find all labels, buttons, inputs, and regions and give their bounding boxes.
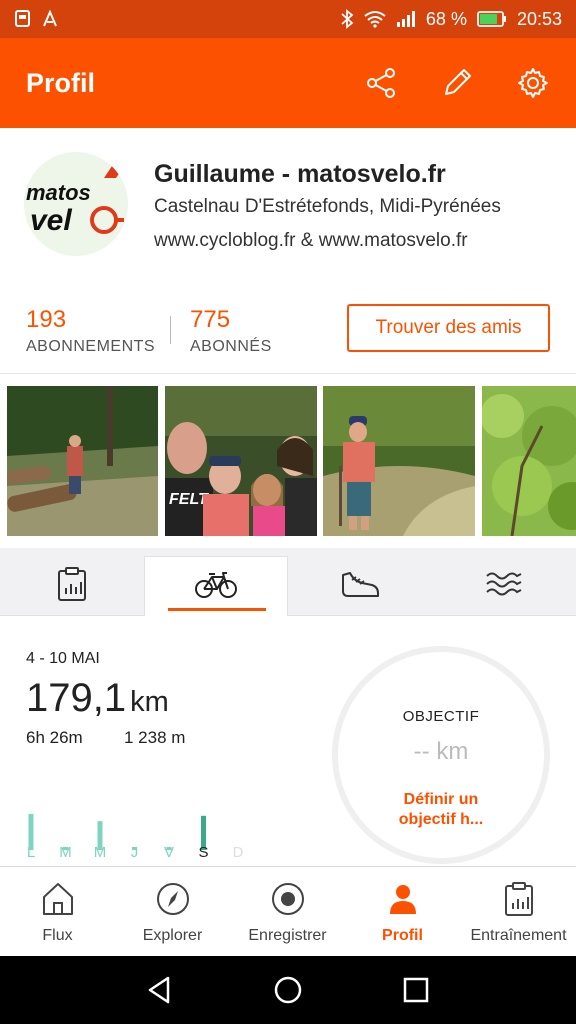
shoe-icon xyxy=(340,569,380,604)
day-label: J xyxy=(130,844,139,861)
clipboard-chart-icon xyxy=(501,881,537,917)
tab-ride[interactable] xyxy=(144,556,288,617)
battery-icon xyxy=(477,10,507,28)
following-label: ABONNEMENTS xyxy=(26,338,156,355)
athlete-website[interactable]: www.cycloblog.fr & www.matosvelo.fr xyxy=(154,230,468,252)
svg-text:vel: vel xyxy=(30,204,72,237)
nav-profile[interactable]: Profil xyxy=(345,867,460,957)
athlete-location: Castelnau D'Estrétefonds, Midi-Pyrénées xyxy=(154,196,501,217)
nav-feed[interactable]: Flux xyxy=(0,867,115,957)
distance-unit: km xyxy=(130,686,169,718)
battery-percent: 68 % xyxy=(425,8,467,29)
day-label: L xyxy=(26,844,36,861)
followers-label: ABONNÉS xyxy=(190,338,272,355)
nav-label: Entraînement xyxy=(470,927,567,944)
day-label: D xyxy=(232,844,244,861)
day-label: M xyxy=(93,844,107,861)
photo-strip: FELT xyxy=(0,374,576,548)
photo-thumbnail[interactable] xyxy=(482,386,576,536)
nav-training[interactable]: Entraînement xyxy=(461,867,576,957)
wifi-icon xyxy=(364,10,386,28)
bike-icon xyxy=(195,571,237,604)
profile-header: matos vel Guillaume - matosvelo.fr Caste… xyxy=(0,128,576,288)
athlete-name: Guillaume - matosvelo.fr xyxy=(154,160,446,188)
nav-record[interactable]: Enregistrer xyxy=(230,867,345,957)
day-label: V xyxy=(163,844,174,861)
compass-icon xyxy=(155,881,191,917)
weekly-time: 6h 26m xyxy=(26,728,83,747)
tab-all-activities[interactable] xyxy=(0,556,144,616)
weekly-stats: 4 - 10 MAI 179,1 km 6h 26m 1 238 m L M M J V S… xyxy=(0,616,576,866)
person-icon xyxy=(385,881,421,917)
following-count[interactable]: 193 ABONNEMENTS xyxy=(26,306,155,356)
share-icon[interactable] xyxy=(364,66,398,100)
bluetooth-icon xyxy=(340,9,354,29)
page-title: Profil xyxy=(26,67,96,98)
weekly-elevation: 1 238 m xyxy=(124,728,186,747)
week-range: 4 - 10 MAI xyxy=(26,650,100,667)
tab-swim[interactable] xyxy=(432,556,576,616)
day-label: S xyxy=(198,844,209,861)
distance-value: 179,1 xyxy=(26,676,127,720)
nav-label: Flux xyxy=(42,927,73,944)
app-bar: Profil xyxy=(0,38,576,128)
system-navigation-bar xyxy=(0,956,576,1024)
active-tab-indicator xyxy=(168,608,266,611)
day-label: M xyxy=(59,844,72,861)
svg-text:matos: matos xyxy=(26,180,91,205)
home-button-icon[interactable] xyxy=(270,972,306,1008)
tab-run[interactable] xyxy=(288,556,432,616)
recent-apps-icon[interactable] xyxy=(398,972,434,1008)
following-value: 193 xyxy=(26,306,67,333)
swim-icon xyxy=(485,570,523,603)
back-icon[interactable] xyxy=(142,972,178,1008)
activity-tabs xyxy=(0,548,576,617)
strava-notification-icon xyxy=(42,10,58,28)
set-goal-link[interactable]: Définir un objectif h... xyxy=(382,790,500,830)
nav-explore[interactable]: Explorer xyxy=(115,867,230,957)
find-friends-button[interactable]: Trouver des amis xyxy=(347,304,550,352)
record-icon xyxy=(270,881,306,917)
photo-thumbnail[interactable] xyxy=(7,386,158,536)
count-divider xyxy=(170,316,171,344)
follow-counts: 193 ABONNEMENTS 775 ABONNÉS Trouver des … xyxy=(0,288,576,374)
clipboard-chart-icon xyxy=(56,566,88,607)
settings-icon[interactable] xyxy=(516,66,550,100)
notification-icon xyxy=(14,10,32,28)
followers-value: 775 xyxy=(190,306,231,333)
nav-label: Enregistrer xyxy=(248,927,327,944)
followers-count[interactable]: 775 ABONNÉS xyxy=(190,306,272,356)
goal-title: OBJECTIF xyxy=(402,708,480,725)
avatar[interactable]: matos vel xyxy=(24,152,128,256)
signal-icon xyxy=(396,10,416,28)
goal-value: -- km xyxy=(413,738,469,765)
photo-thumbnail[interactable] xyxy=(323,386,475,536)
edit-icon[interactable] xyxy=(440,66,474,100)
weekly-distance: 179,1 km xyxy=(26,676,169,721)
nav-label: Explorer xyxy=(142,927,203,944)
nav-label: Profil xyxy=(382,927,423,944)
bottom-navigation: Flux Explorer Enregistrer Profil Entraîn… xyxy=(0,866,576,956)
photo-thumbnail[interactable]: FELT xyxy=(165,386,317,536)
home-icon xyxy=(40,881,76,917)
clock: 20:53 xyxy=(516,8,562,29)
status-bar: 68 % 20:53 xyxy=(0,0,576,38)
